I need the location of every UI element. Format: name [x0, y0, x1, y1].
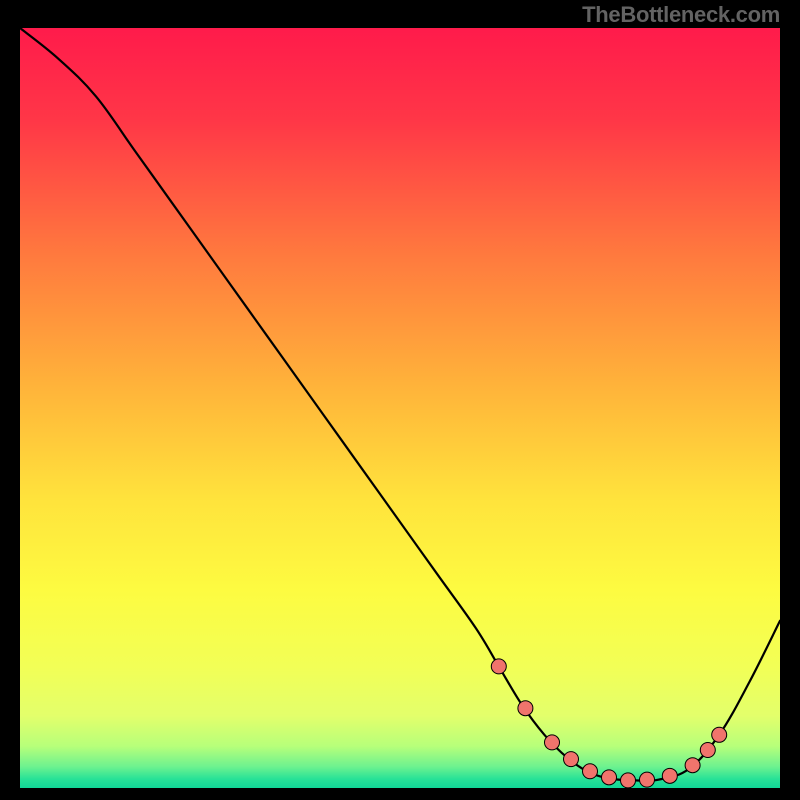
marker-point — [621, 773, 636, 788]
attribution-label: TheBottleneck.com — [582, 2, 780, 28]
marker-point — [545, 735, 560, 750]
marker-point — [518, 701, 533, 716]
chart-svg — [20, 28, 780, 788]
marker-point — [602, 770, 617, 785]
marker-point — [640, 772, 655, 787]
marker-point — [564, 752, 579, 767]
marker-point — [712, 727, 727, 742]
marker-point — [700, 743, 715, 758]
plot-area — [20, 28, 780, 788]
gradient-background — [20, 28, 780, 788]
marker-point — [685, 758, 700, 773]
marker-point — [662, 768, 677, 783]
marker-point — [491, 659, 506, 674]
chart-stage: TheBottleneck.com — [0, 0, 800, 800]
marker-point — [583, 764, 598, 779]
